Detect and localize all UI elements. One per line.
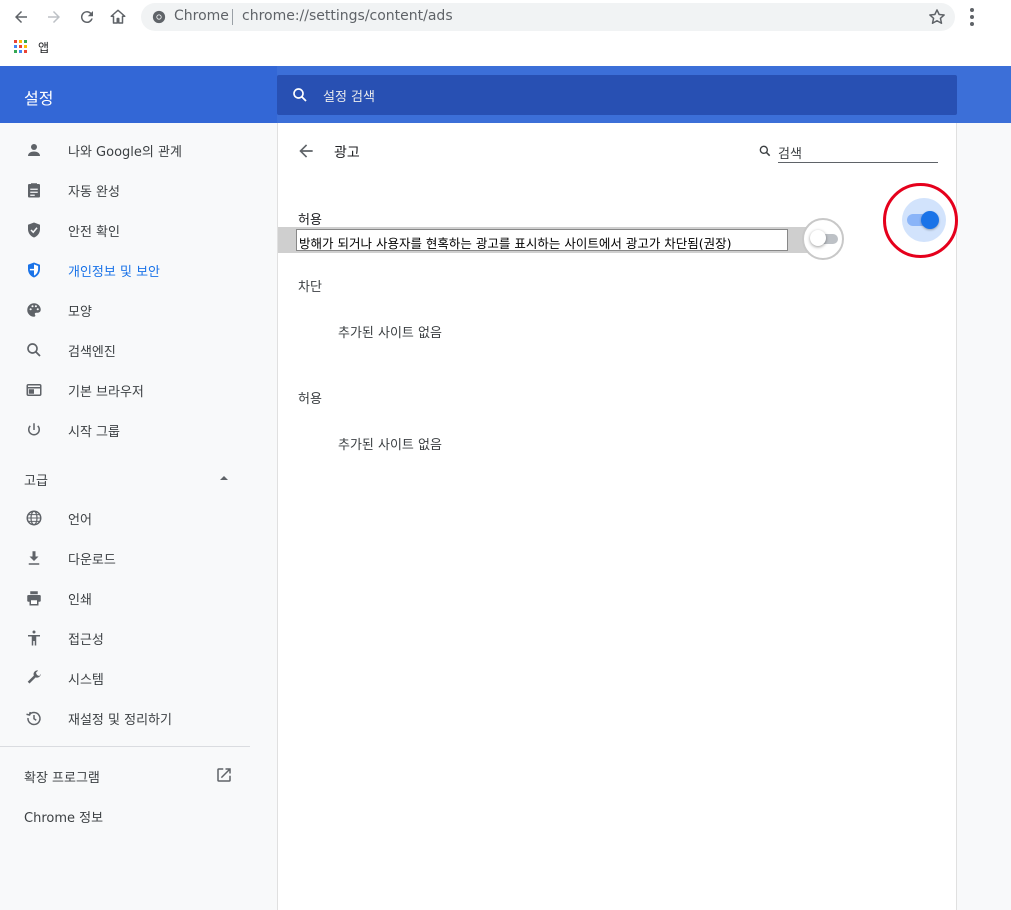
browser-toolbar: Chrome chrome://settings/content/ads	[0, 0, 1011, 34]
sidebar-item-label: 자동 완성	[68, 184, 120, 200]
sidebar-item-search-engine[interactable]: 검색엔진	[0, 330, 250, 370]
settings-search-placeholder: 설정 검색	[323, 90, 375, 105]
sidebar-item-appearance[interactable]: 모양	[0, 290, 250, 330]
ad-setting-description-box: 방해가 되거나 사용자를 현혹하는 광고를 표시하는 사이트에서 광고가 차단됨…	[296, 229, 788, 251]
sidebar-item-on-startup[interactable]: 시작 그룹	[0, 410, 250, 450]
palette-icon	[24, 300, 44, 320]
page-title: 광고	[334, 145, 360, 161]
address-bar[interactable]: Chrome chrome://settings/content/ads	[141, 3, 955, 31]
ads-settings-card: 광고 검색 허용 방해가 되거나 사용자를 현혹하는 광고를 표시하는 사이트에…	[277, 123, 958, 910]
shield-icon	[24, 260, 44, 280]
block-heading: 차단	[298, 280, 322, 295]
person-icon	[24, 140, 44, 160]
browser-icon	[24, 380, 44, 400]
bookmarks-bar: 앱	[0, 34, 1011, 66]
reload-icon[interactable]	[75, 5, 99, 29]
sidebar-item-label: 기본 브라우저	[68, 384, 144, 400]
ad-setting-description: 방해가 되거나 사용자를 현혹하는 광고를 표시하는 사이트에서 광고가 차단됨…	[299, 236, 732, 251]
header-title-area: 설정	[0, 66, 277, 123]
sidebar-item-label: 시스템	[68, 672, 104, 688]
sidebar-item-privacy-security[interactable]: 개인정보 및 보안	[0, 250, 250, 290]
omnibox-url[interactable]: chrome://settings/content/ads	[242, 8, 453, 24]
clipboard-icon	[24, 180, 44, 200]
sidebar-item-label: 재설정 및 정리하기	[68, 712, 172, 728]
sidebar-item-label: 안전 확인	[68, 224, 120, 240]
sidebar-item-label: 인쇄	[68, 592, 92, 608]
highlight-circle-annotation	[883, 183, 958, 258]
sidebar-item-label: 언어	[68, 512, 92, 528]
bookmark-star-icon[interactable]	[927, 7, 947, 27]
site-search-placeholder: 검색	[778, 147, 802, 162]
settings-title: 설정	[24, 89, 54, 108]
sidebar-item-about-chrome[interactable]: Chrome 정보	[24, 807, 103, 826]
sidebar-item-label: 검색엔진	[68, 344, 116, 360]
chrome-icon	[152, 10, 166, 24]
sidebar-item-printing[interactable]: 인쇄	[0, 578, 250, 618]
apps-label[interactable]: 앱	[38, 39, 49, 56]
forward-arrow-icon[interactable]	[42, 5, 66, 29]
block-list-empty: 추가된 사이트 없음	[338, 326, 442, 341]
sidebar-divider	[0, 746, 250, 747]
sidebar-item-you-and-google[interactable]: 나와 Google의 관계	[0, 130, 250, 170]
sidebar-item-extensions[interactable]: 확장 프로그램	[24, 767, 100, 786]
globe-icon	[24, 508, 44, 528]
sidebar-item-label: 시작 그룹	[68, 424, 120, 440]
download-icon	[24, 548, 44, 568]
settings-header: 설정 설정 검색	[0, 66, 1011, 123]
search-icon	[24, 340, 44, 360]
advanced-section-label[interactable]: 고급	[24, 470, 48, 489]
sidebar-item-label: 개인정보 및 보안	[68, 264, 160, 280]
apps-grid-icon[interactable]	[14, 40, 28, 54]
allow-list-empty: 추가된 사이트 없음	[338, 438, 442, 453]
site-search-input[interactable]: 검색	[759, 141, 938, 163]
sidebar-item-label: 나와 Google의 관계	[68, 144, 182, 160]
sidebar-item-languages[interactable]: 언어	[0, 498, 250, 538]
search-icon	[293, 88, 307, 102]
sidebar-item-label: 다운로드	[68, 552, 116, 568]
caret-up-icon[interactable]	[219, 473, 229, 483]
home-icon[interactable]	[106, 5, 130, 29]
kebab-menu-icon[interactable]	[962, 5, 982, 29]
wrench-icon	[24, 668, 44, 688]
back-arrow-icon[interactable]	[9, 5, 33, 29]
back-arrow-icon[interactable]	[296, 141, 316, 161]
power-icon	[24, 420, 44, 440]
sidebar-item-reset-cleanup[interactable]: 재설정 및 정리하기	[0, 698, 250, 738]
allow-list-heading: 허용	[298, 392, 322, 407]
sidebar-item-accessibility[interactable]: 접근성	[0, 618, 250, 658]
sidebar-item-downloads[interactable]: 다운로드	[0, 538, 250, 578]
shield-check-icon	[24, 220, 44, 240]
sidebar: 나와 Google의 관계 자동 완성 안전 확인 개인정보 및 보안 모양 검…	[0, 123, 277, 910]
toggle-knob	[810, 230, 826, 246]
sidebar-item-label: 접근성	[68, 632, 104, 648]
search-icon	[759, 145, 771, 157]
omnibox-separator	[232, 9, 233, 25]
sidebar-item-default-browser[interactable]: 기본 브라우저	[0, 370, 250, 410]
open-in-new-icon[interactable]	[215, 766, 233, 784]
settings-search-bar[interactable]: 설정 검색	[277, 75, 957, 115]
ad-toggle-off-overlay[interactable]	[802, 218, 844, 260]
sidebar-item-safety-check[interactable]: 안전 확인	[0, 210, 250, 250]
printer-icon	[24, 588, 44, 608]
omnibox-chip: Chrome	[174, 8, 229, 24]
accessibility-icon	[24, 628, 44, 648]
sidebar-item-system[interactable]: 시스템	[0, 658, 250, 698]
allow-heading: 허용	[298, 213, 322, 228]
sidebar-item-label: 모양	[68, 304, 92, 320]
restore-icon	[24, 708, 44, 728]
sidebar-item-autofill[interactable]: 자동 완성	[0, 170, 250, 210]
